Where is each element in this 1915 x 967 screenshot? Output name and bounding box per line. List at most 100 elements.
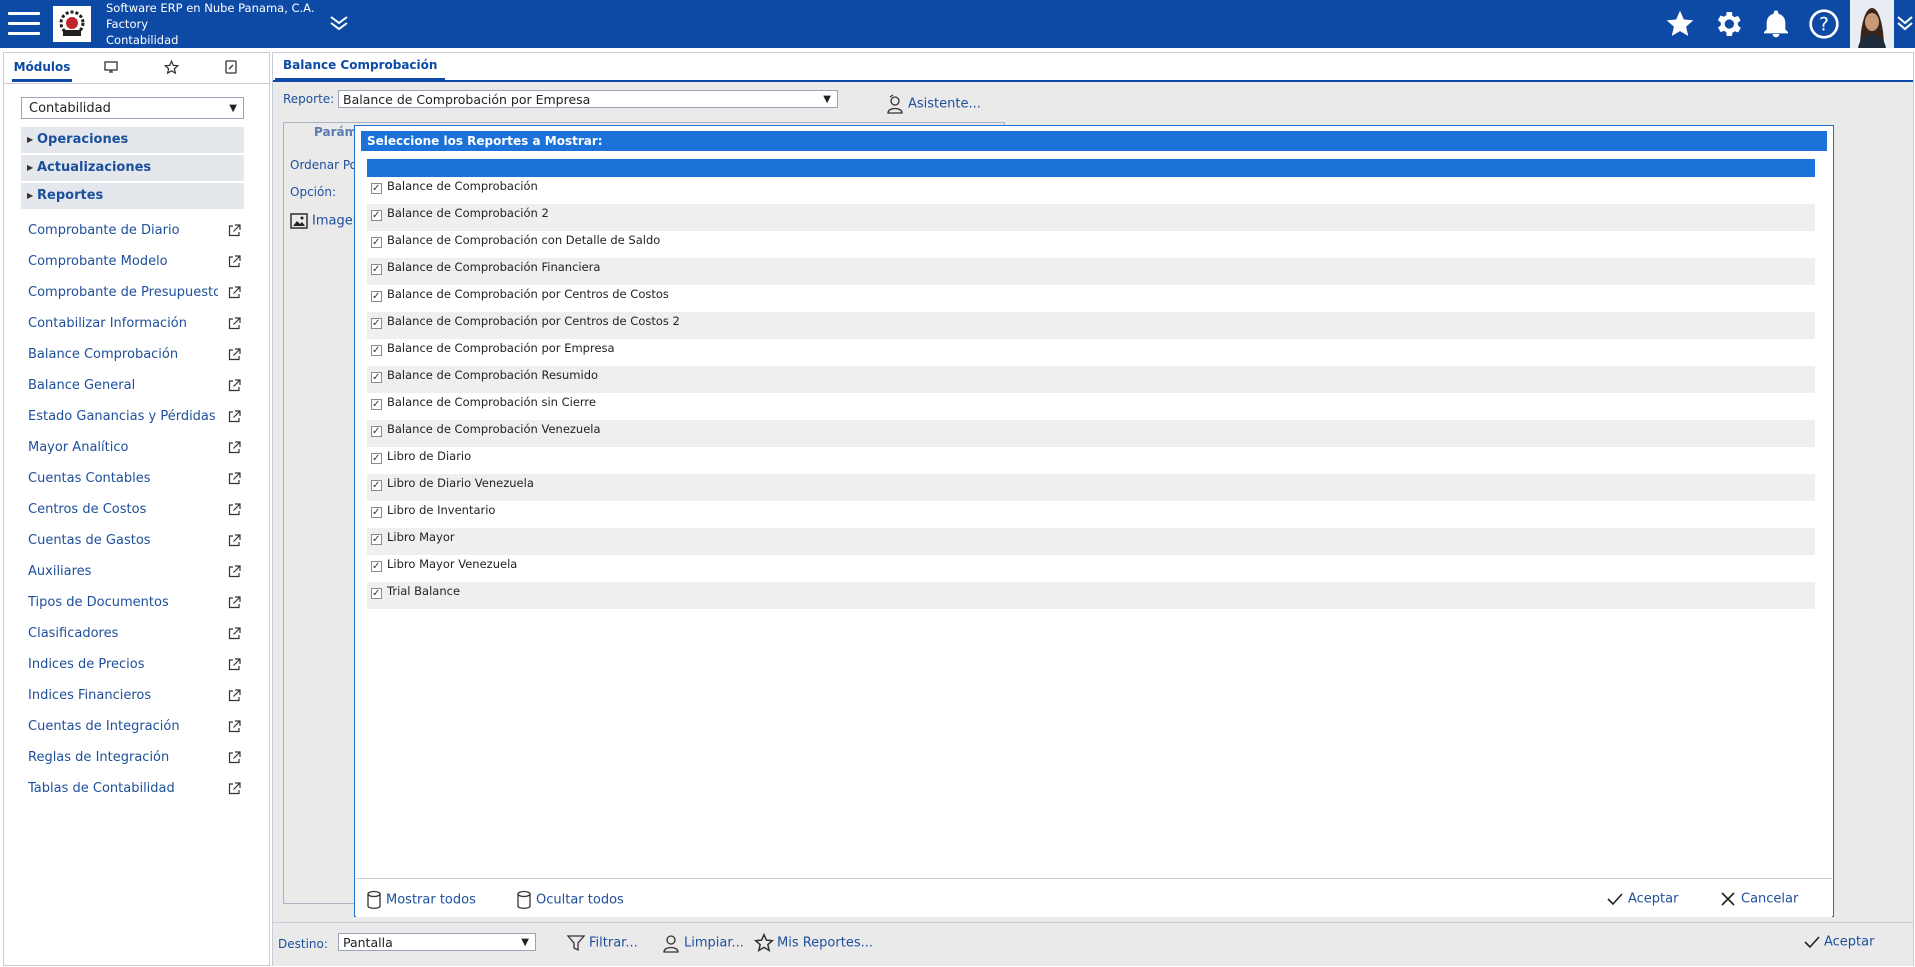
report-checkbox[interactable] [371, 448, 382, 470]
external-link-icon[interactable] [228, 534, 241, 554]
report-checkbox[interactable] [371, 178, 382, 200]
gear-icon[interactable] [1712, 8, 1744, 43]
external-link-icon[interactable] [228, 472, 241, 492]
external-link-icon[interactable] [228, 224, 241, 244]
report-list-item[interactable]: Libro Mayor Venezuela [367, 555, 1815, 582]
report-checkbox[interactable] [371, 313, 382, 335]
report-list-item[interactable]: Libro Mayor [367, 528, 1815, 555]
report-checkbox[interactable] [371, 259, 382, 281]
report-list-item[interactable]: Balance de Comprobación 2 [367, 204, 1815, 231]
sidebar-menu-item[interactable]: Tipos de Documentos [28, 593, 248, 613]
mostrar-todos-button[interactable]: Mostrar todos [366, 890, 476, 910]
sidebar-menu-item[interactable]: Clasificadores [28, 624, 248, 644]
sidebar-menu-item[interactable]: Tablas de Contabilidad [28, 779, 248, 799]
external-link-icon[interactable] [228, 751, 241, 771]
external-link-icon[interactable] [228, 658, 241, 678]
report-checkbox[interactable] [371, 340, 382, 362]
external-link-icon[interactable] [228, 689, 241, 709]
report-list-item[interactable]: Balance de Comprobación sin Cierre [367, 393, 1815, 420]
report-checkbox[interactable] [371, 583, 382, 605]
aceptar-main-button[interactable]: Aceptar [1803, 933, 1874, 951]
reporte-select[interactable]: Balance de Comprobación por Empresa ▼ [338, 90, 838, 108]
tab-notes[interactable] [216, 53, 246, 81]
filtrar-button[interactable]: Filtrar... [566, 933, 638, 953]
ocultar-todos-button[interactable]: Ocultar todos [516, 890, 624, 910]
sidebar-menu-item[interactable]: Cuentas de Gastos [28, 531, 248, 551]
cancelar-dialog-button[interactable]: Cancelar [1719, 890, 1798, 908]
sidebar-menu-item[interactable]: Comprobante Modelo [28, 252, 248, 272]
sidebar-menu-item[interactable]: Estado Ganancias y Pérdidas [28, 407, 248, 427]
section-reportes[interactable]: ▶ Reportes [21, 183, 244, 209]
tab-balance-comprobacion[interactable]: Balance Comprobación [275, 53, 446, 81]
report-checkbox[interactable] [371, 367, 382, 389]
report-checkbox[interactable] [371, 556, 382, 578]
report-checkbox[interactable] [371, 502, 382, 524]
tab-parametros[interactable]: Parám [314, 125, 357, 139]
report-list-item[interactable]: Trial Balance [367, 582, 1815, 609]
sidebar-menu-item[interactable]: Auxiliares [28, 562, 248, 582]
sidebar-menu-item[interactable]: Contabilizar Información [28, 314, 248, 334]
expand-chevrons-icon[interactable] [328, 12, 350, 37]
external-link-icon[interactable] [228, 317, 241, 337]
external-link-icon[interactable] [228, 348, 241, 368]
external-link-icon[interactable] [228, 410, 241, 430]
report-list-item[interactable]: Balance de Comprobación [367, 177, 1815, 204]
sidebar-menu-item[interactable]: Cuentas Contables [28, 469, 248, 489]
external-link-icon[interactable] [228, 565, 241, 585]
sidebar-menu-item[interactable]: Balance Comprobación [28, 345, 248, 365]
external-link-icon[interactable] [228, 782, 241, 802]
report-list-item[interactable]: Balance de Comprobación por Empresa [367, 339, 1815, 366]
star-icon[interactable] [1664, 8, 1696, 43]
report-checkbox[interactable] [371, 232, 382, 254]
sidebar-menu-item[interactable]: Comprobante de Diario [28, 221, 248, 241]
tab-modulos[interactable]: Módulos [12, 53, 72, 82]
report-list-item[interactable]: Libro de Diario [367, 447, 1815, 474]
sidebar-menu-item[interactable]: Indices Financieros [28, 686, 248, 706]
limpiar-button[interactable]: Limpiar... [661, 933, 744, 953]
mis-reportes-button[interactable]: Mis Reportes... [753, 932, 873, 953]
asistente-button[interactable]: Asistente... [885, 94, 981, 114]
external-link-icon[interactable] [228, 503, 241, 523]
report-list-item[interactable]: Balance de Comprobación por Centros de C… [367, 285, 1815, 312]
report-list-item[interactable]: Balance de Comprobación Venezuela [367, 420, 1815, 447]
report-checkbox[interactable] [371, 394, 382, 416]
tab-favorites[interactable] [156, 53, 186, 81]
external-link-icon[interactable] [228, 286, 241, 306]
imagen-option[interactable]: Imagen [290, 213, 361, 229]
section-operaciones[interactable]: ▶ Operaciones [21, 127, 244, 153]
report-list-item[interactable]: Balance de Comprobación Resumido [367, 366, 1815, 393]
sidebar-menu-item[interactable]: Reglas de Integración [28, 748, 248, 768]
external-link-icon[interactable] [228, 255, 241, 275]
external-link-icon[interactable] [228, 627, 241, 647]
report-list-item[interactable]: Balance de Comprobación con Detalle de S… [367, 231, 1815, 258]
sidebar-menu-item[interactable]: Mayor Analítico [28, 438, 248, 458]
report-list-item[interactable]: Libro de Diario Venezuela [367, 474, 1815, 501]
aceptar-dialog-button[interactable]: Aceptar [1606, 890, 1678, 908]
external-link-icon[interactable] [228, 379, 241, 399]
external-link-icon[interactable] [228, 720, 241, 740]
report-checkbox[interactable] [371, 475, 382, 497]
bell-icon[interactable] [1760, 8, 1792, 43]
sidebar-menu-item[interactable]: Centros de Costos [28, 500, 248, 520]
report-checkbox[interactable] [371, 529, 382, 551]
sidebar-menu-item[interactable]: Cuentas de Integración [28, 717, 248, 737]
report-list-item[interactable]: Balance de Comprobación Financiera [367, 258, 1815, 285]
destino-select[interactable]: Pantalla ▼ [338, 933, 536, 951]
hamburger-menu-icon[interactable] [8, 12, 40, 36]
report-list-item[interactable]: Balance de Comprobación por Centros de C… [367, 312, 1815, 339]
report-checkbox[interactable] [371, 421, 382, 443]
sidebar-menu-item[interactable]: Balance General [28, 376, 248, 396]
help-icon[interactable]: ? [1808, 8, 1840, 43]
module-select[interactable]: Contabilidad ▼ [21, 97, 244, 119]
external-link-icon[interactable] [228, 596, 241, 616]
report-checkbox[interactable] [371, 286, 382, 308]
section-actualizaciones[interactable]: ▶ Actualizaciones [21, 155, 244, 181]
user-menu-chevron-icon[interactable] [1896, 12, 1914, 37]
report-checkbox[interactable] [371, 205, 382, 227]
user-avatar[interactable] [1850, 0, 1894, 48]
external-link-icon[interactable] [228, 441, 241, 461]
tab-monitor[interactable] [96, 53, 126, 81]
sidebar-menu-item[interactable]: Indices de Precios [28, 655, 248, 675]
report-list-item[interactable]: Libro de Inventario [367, 501, 1815, 528]
sidebar-menu-item[interactable]: Comprobante de Presupuesto [28, 283, 248, 303]
